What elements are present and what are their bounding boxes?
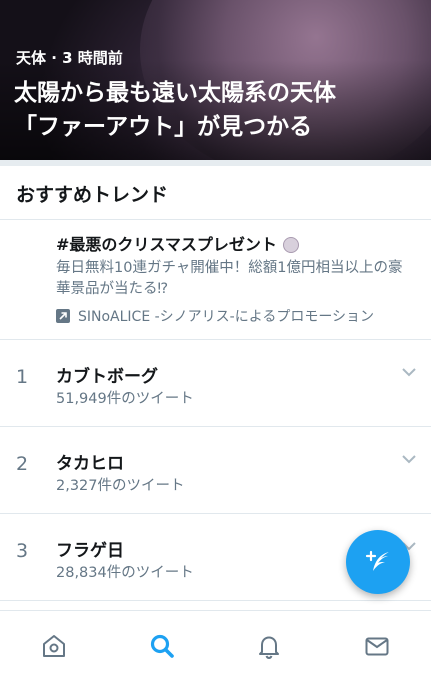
hero-title-line: 太陽から最も遠い太陽系の天体 bbox=[14, 80, 336, 106]
trend-rank: 2 bbox=[16, 453, 29, 475]
trend-count: 2,327件のツイート bbox=[56, 478, 185, 494]
trend-rank: 1 bbox=[16, 366, 29, 388]
search-icon bbox=[150, 634, 174, 658]
section-header: おすすめトレンド bbox=[0, 166, 431, 220]
trend-count: 51,949件のツイート bbox=[56, 391, 194, 407]
hero-meta: 天体 · 3 時間前 bbox=[16, 49, 123, 67]
promoted-trend-title-row: #最悪のクリスマスプレゼント bbox=[56, 234, 415, 256]
home-icon bbox=[42, 634, 65, 657]
promoted-arrow-icon bbox=[56, 309, 70, 323]
hero-title-line: 「ファーアウト」が見つかる bbox=[14, 114, 313, 140]
compose-tweet-button[interactable] bbox=[346, 530, 410, 594]
trend-name: カブトボーグ bbox=[56, 367, 158, 387]
trend-item[interactable]: 1 カブトボーグ 51,949件のツイート bbox=[0, 340, 431, 427]
compose-tweet-icon bbox=[365, 550, 389, 571]
hero-banner[interactable]: 天体 · 3 時間前 太陽から最も遠い太陽系の天体 「ファーアウト」が見つかる bbox=[0, 0, 431, 160]
chevron-down-icon[interactable] bbox=[401, 453, 417, 465]
bell-icon bbox=[259, 636, 280, 659]
envelope-icon bbox=[365, 637, 389, 655]
promoted-by-line: SINoALICE -シノアリス-によるプロモーション bbox=[56, 306, 415, 326]
promoted-trend-description: 毎日無料10連ガチャ開催中！総額1億円相当以上の豪華景品が当たる⁉ bbox=[56, 260, 403, 297]
trend-item[interactable]: 2 タカヒロ 2,327件のツイート bbox=[0, 427, 431, 514]
promoted-by-text: SINoALICE -シノアリス-によるプロモーション bbox=[78, 309, 375, 325]
chevron-down-icon[interactable] bbox=[401, 366, 417, 378]
trend-count: 28,834件のツイート bbox=[56, 565, 194, 581]
promoted-trend[interactable]: #最悪のクリスマスプレゼント 毎日無料10連ガチャ開催中！総額1億円相当以上の豪… bbox=[0, 220, 431, 340]
promoter-avatar-icon bbox=[282, 237, 299, 253]
hero-title: 太陽から最も遠い太陽系の天体 「ファーアウト」が見つかる bbox=[14, 76, 419, 144]
trend-name: フラゲ日 bbox=[56, 541, 124, 561]
trend-rank: 3 bbox=[16, 540, 29, 562]
nav-messages[interactable] bbox=[347, 616, 407, 676]
nav-home[interactable] bbox=[24, 616, 84, 676]
nav-notifications[interactable] bbox=[239, 616, 299, 676]
bottom-nav bbox=[0, 610, 431, 680]
trend-name: タカヒロ bbox=[56, 454, 124, 474]
promoted-trend-title: #最悪のクリスマスプレゼント bbox=[56, 235, 277, 254]
nav-explore[interactable] bbox=[132, 616, 192, 676]
